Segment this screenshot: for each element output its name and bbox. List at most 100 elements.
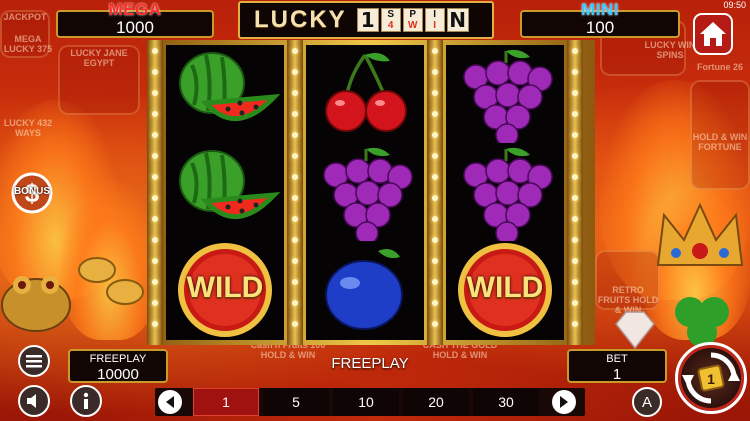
reel-pillar: [147, 40, 163, 345]
clover-decoration: [675, 297, 729, 347]
wild-symbol: WILD: [450, 241, 560, 339]
coins-decoration: [78, 257, 144, 305]
light-bulb: [292, 174, 298, 180]
light-bulb: [432, 195, 438, 201]
grapes-symbol: [310, 143, 420, 241]
bg-label: LUCKY WIN SPINS: [644, 40, 696, 60]
light-bulb: [572, 216, 578, 222]
grapes-icon: [463, 147, 553, 241]
bet-option[interactable]: 5: [263, 388, 329, 416]
reel-pillar: [427, 40, 443, 345]
light-bulb: [152, 132, 158, 138]
reels-frame: WILD WILD: [147, 40, 595, 345]
light-bulb: [152, 90, 158, 96]
bet-option[interactable]: 20: [403, 388, 469, 416]
bet-value: 1: [612, 366, 622, 383]
plum-icon: [325, 249, 403, 330]
mega-jackpot-value: 1000: [116, 18, 154, 37]
frog-decoration: [1, 276, 71, 332]
mini-jackpot-label: MINI: [581, 0, 619, 19]
light-bulb: [572, 69, 578, 75]
light-bulb: [292, 237, 298, 243]
light-bulb: [152, 153, 158, 159]
watermelon-symbol: [170, 143, 280, 241]
wild-label: WILD: [186, 271, 264, 304]
light-bulb: [572, 321, 578, 327]
next-bet-button[interactable]: [552, 390, 576, 414]
mega-jackpot-label: MEGA: [108, 0, 162, 19]
bet-option[interactable]: 10: [333, 388, 399, 416]
light-bulb: [432, 237, 438, 243]
light-bulb: [432, 48, 438, 54]
cherry-icon: [325, 53, 407, 132]
reel-2: [306, 45, 424, 340]
mini-jackpot-value: 100: [585, 18, 615, 37]
bet-box: BET 1: [567, 349, 667, 383]
sound-button[interactable]: [18, 385, 50, 417]
reel-1: WILD: [166, 45, 284, 340]
freeplay-value: 10000: [97, 366, 139, 383]
watermelon-symbol: [170, 45, 280, 143]
light-bulb: [572, 132, 578, 138]
home-button[interactable]: [693, 13, 733, 55]
logo-tile: II: [424, 8, 445, 32]
light-bulb: [152, 321, 158, 327]
light-bulb: [572, 111, 578, 117]
spin-button[interactable]: 1: [675, 342, 747, 414]
bet-option[interactable]: 1: [193, 388, 259, 416]
light-bulb: [572, 90, 578, 96]
light-bulb: [292, 300, 298, 306]
watermelon-icon: [179, 52, 280, 121]
bg-label: HOLD & WIN FORTUNE: [692, 132, 748, 152]
light-bulb: [432, 216, 438, 222]
light-bulb: [572, 153, 578, 159]
light-bulb: [572, 258, 578, 264]
info-button[interactable]: [70, 385, 102, 417]
freeplay-message: FREEPLAY: [331, 355, 409, 372]
mini-jackpot: MINI 100: [520, 0, 680, 38]
reel-3: WILD: [446, 45, 564, 340]
menu-button[interactable]: [18, 345, 50, 377]
light-bulb: [292, 216, 298, 222]
light-bulb: [432, 321, 438, 327]
light-bulb: [572, 237, 578, 243]
bg-label: MEGA LUCKY 375: [3, 34, 53, 54]
bet-option[interactable]: 30: [473, 388, 539, 416]
light-bulb: [292, 321, 298, 327]
light-bulb: [572, 195, 578, 201]
light-bulb: [152, 69, 158, 75]
cherry-symbol: [310, 45, 420, 143]
light-bulb: [572, 300, 578, 306]
grapes-icon: [463, 49, 553, 143]
reel-pillar: [287, 40, 303, 345]
grapes-symbol: [450, 143, 560, 241]
status-time: 09:50: [723, 0, 746, 10]
light-bulb: [152, 195, 158, 201]
light-bulb: [152, 237, 158, 243]
wild-symbol: WILD: [170, 241, 280, 339]
bg-label: JACKPOT: [3, 12, 47, 22]
autoplay-button[interactable]: A: [632, 387, 662, 417]
bet-caption: BET: [606, 353, 628, 365]
light-bulb: [152, 258, 158, 264]
bg-label: LUCKY JANE EGYPT: [70, 48, 128, 68]
prev-bet-button[interactable]: [158, 390, 182, 414]
bonus-button[interactable]: $ BONUS: [8, 172, 56, 214]
arrow-right-icon: [560, 396, 568, 408]
light-bulb: [572, 174, 578, 180]
light-bulb: [572, 279, 578, 285]
light-bulb: [292, 195, 298, 201]
light-bulb: [432, 153, 438, 159]
bet-selector: 1 5 10 20 30: [155, 388, 585, 416]
logo-tile: S4: [380, 8, 401, 32]
light-bulb: [152, 216, 158, 222]
grapes-icon: [323, 147, 413, 241]
light-bulb: [432, 300, 438, 306]
wild-label: WILD: [466, 271, 544, 304]
bonus-label: BONUS: [13, 186, 51, 197]
light-bulb: [152, 48, 158, 54]
game-logo: LUCKY 1 S4 PW II N: [238, 1, 494, 39]
light-bulb: [432, 174, 438, 180]
logo-tile: 1: [356, 8, 379, 32]
freeplay-caption: FREEPLAY: [89, 353, 147, 365]
